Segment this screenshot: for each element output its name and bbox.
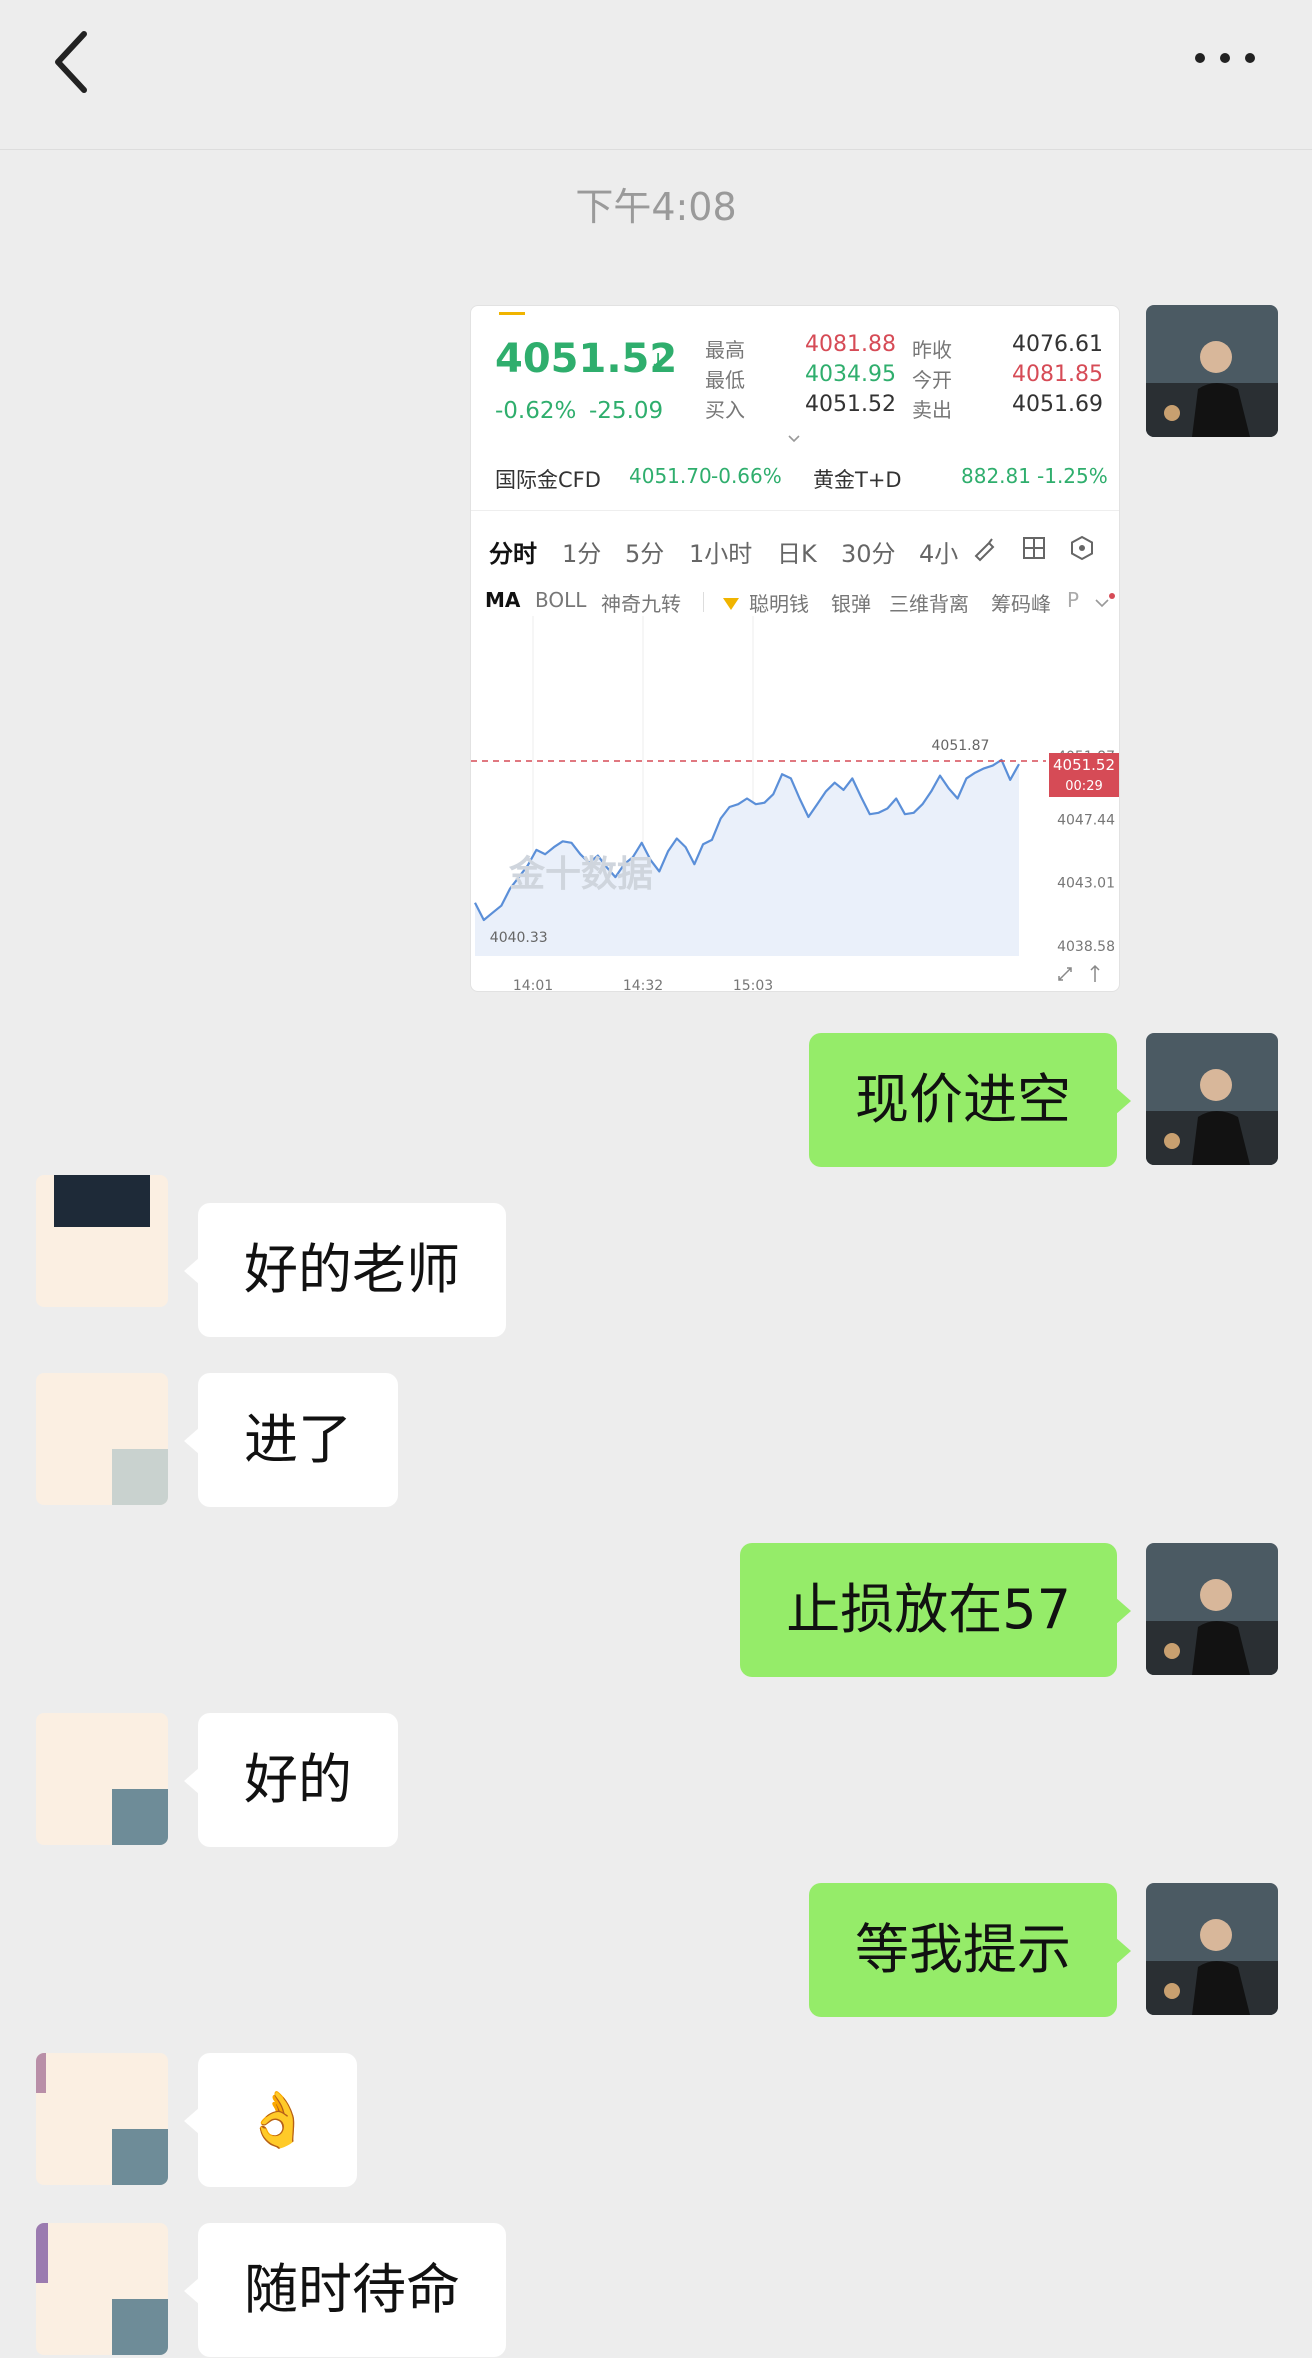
expand-chevron-icon (788, 435, 800, 443)
high-value: 4081.88 (805, 332, 896, 357)
contact-avatar[interactable] (36, 1373, 168, 1505)
tab-1hour[interactable]: 1小时 (689, 534, 752, 569)
contact-avatar[interactable] (36, 2053, 168, 2185)
contact-avatar[interactable] (36, 1175, 168, 1307)
sell-value: 4051.69 (1012, 392, 1103, 417)
top-bar (0, 0, 1312, 150)
blurred-avatar-icon (36, 1713, 168, 1845)
message-bubble-received[interactable]: 👌 (183, 2053, 358, 2187)
indicator-ma[interactable]: MA (485, 588, 520, 612)
open-value: 4081.85 (1012, 362, 1103, 387)
indicator-3d-divergence[interactable]: 三维背离 (889, 588, 969, 617)
blurred-avatar-icon (36, 1373, 168, 1505)
message-bubble-received[interactable]: 进了 (184, 1373, 398, 1507)
message-bubble-received[interactable]: 好的老师 (184, 1203, 506, 1337)
divider (471, 510, 1119, 511)
message-bubble-received[interactable]: 好的 (184, 1713, 398, 1847)
low-value: 4034.95 (805, 362, 896, 387)
message-bubble-received[interactable]: 随时待命 (184, 2223, 506, 2357)
person-photo-icon (1146, 305, 1278, 437)
person-photo-icon (1146, 1033, 1278, 1165)
td-value: 882.81 (961, 464, 1031, 488)
more-dots-icon (1195, 53, 1255, 63)
chevron-left-icon (55, 31, 87, 93)
price-down-icon: ↓ (649, 350, 668, 375)
person-photo-icon (1146, 1543, 1278, 1675)
y-tick-label: 4043.01 (1057, 876, 1115, 892)
tab-4hour[interactable]: 4小 (919, 534, 958, 569)
price-line-chart: 金十数据 4051.87 4047.44 4043.01 4038.58 14:01 1… (471, 616, 1119, 992)
tab-timeshare[interactable]: 分时 (489, 534, 537, 569)
dropdown-chevron-icon[interactable] (1093, 592, 1117, 614)
blurred-avatar-icon (36, 1175, 168, 1307)
indicator-chip-peak[interactable]: 筹码峰 (991, 588, 1051, 617)
low-label: 最低 (705, 368, 745, 392)
x-tick-label: 14:01 (513, 978, 553, 992)
tab-daily-k[interactable]: 日K (777, 534, 817, 569)
contact-avatar[interactable] (36, 2223, 168, 2355)
td-label: 黄金T+D (813, 468, 902, 492)
high-label: 最高 (705, 338, 745, 362)
message-timestamp: 下午4:08 (575, 185, 737, 229)
prev-close-value: 4076.61 (1012, 332, 1103, 357)
x-tick-label: 14:32 (623, 978, 663, 992)
x-tick-label: 15:03 (733, 978, 773, 992)
indicator-boll[interactable]: BOLL (535, 588, 586, 612)
contact-avatar[interactable] (36, 1713, 168, 1845)
message-bubble-sent[interactable]: 止损放在57 (740, 1543, 1131, 1677)
indicator-td9[interactable]: 神奇九转 (601, 588, 681, 617)
message-bubble-sent[interactable]: 等我提示 (809, 1883, 1131, 2017)
open-label: 今开 (912, 368, 952, 392)
tab-5min[interactable]: 5分 (625, 534, 664, 569)
indicator-smart-money[interactable]: 聪明钱 (749, 588, 809, 617)
fullscreen-icon[interactable] (1058, 967, 1072, 981)
change-percent: -0.62% (495, 398, 577, 424)
my-avatar[interactable] (1146, 305, 1278, 437)
my-avatar[interactable] (1146, 1883, 1278, 2015)
cfd-label: 国际金CFD (495, 468, 601, 492)
blurred-avatar-icon (36, 2053, 168, 2185)
cfd-value: 4051.70 (629, 464, 712, 488)
sell-label: 卖出 (912, 398, 952, 422)
more-options-button[interactable] (1180, 38, 1270, 78)
back-button[interactable] (44, 22, 114, 102)
person-photo-icon (1146, 1883, 1278, 2015)
low-marker-label: 4040.33 (490, 930, 548, 946)
tab-indicator (499, 312, 525, 315)
message-bubble-sent[interactable]: 现价进空 (809, 1033, 1131, 1167)
current-price-tag-text: 4051.52 (1053, 756, 1115, 774)
buy-label: 买入 (705, 398, 745, 422)
ok-hand-emoji: 👌 (244, 2088, 312, 2151)
change-absolute: -25.09 (589, 398, 664, 424)
td-percent: -1.25% (1037, 464, 1108, 488)
arrow-up-icon[interactable] (1090, 964, 1100, 982)
blurred-avatar-icon (36, 2223, 168, 2355)
y-tick-label: 4047.44 (1057, 812, 1115, 828)
high-marker-label: 4051.87 (932, 738, 990, 754)
my-avatar[interactable] (1146, 1033, 1278, 1165)
prev-close-label: 昨收 (912, 338, 952, 362)
buy-value: 4051.52 (805, 392, 896, 417)
diamond-icon (723, 598, 739, 610)
chart-watermark: 金十数据 (508, 853, 653, 895)
indicator-silver-bullet[interactable]: 银弹 (831, 588, 871, 617)
drawing-tool-icon[interactable] (971, 534, 999, 562)
countdown-tag-text: 00:29 (1065, 779, 1102, 794)
y-tick-label: 4038.58 (1057, 939, 1115, 955)
tab-1min[interactable]: 1分 (562, 534, 601, 569)
chart-image-message[interactable]: 4051.52 ↓ -0.62% -25.09 最高 最低 买入 4081.88… (470, 305, 1120, 992)
indicator-more[interactable]: P (1067, 588, 1079, 612)
cfd-percent: -0.66% (711, 464, 782, 488)
indicator-divider (703, 592, 704, 612)
settings-hex-icon[interactable] (1069, 535, 1095, 561)
my-avatar[interactable] (1146, 1543, 1278, 1675)
grid-icon[interactable] (1021, 535, 1047, 561)
tab-30min[interactable]: 30分 (841, 534, 896, 569)
